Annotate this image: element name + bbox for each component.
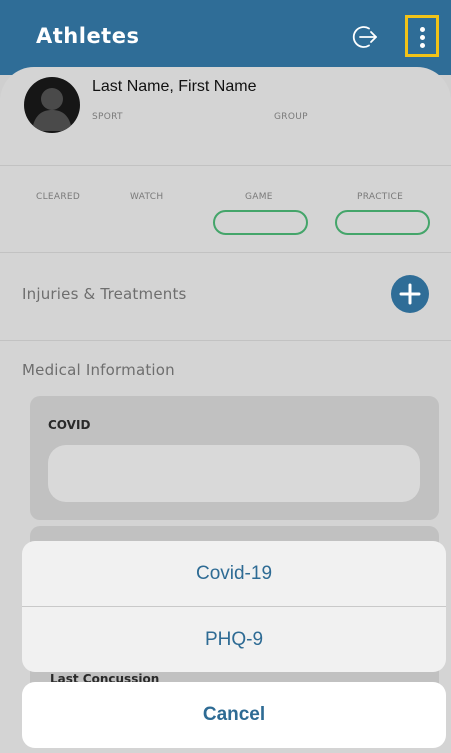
exit-arrow-icon bbox=[352, 26, 377, 48]
sport-label: SPORT bbox=[92, 112, 123, 122]
cancel-button[interactable]: Cancel bbox=[22, 682, 446, 748]
divider bbox=[0, 165, 451, 166]
covid-panel: COVID bbox=[30, 396, 439, 520]
app-header: Athletes bbox=[0, 0, 451, 75]
game-toggle[interactable] bbox=[213, 210, 308, 235]
action-sheet: Covid-19 PHQ-9 bbox=[22, 541, 446, 672]
avatar bbox=[24, 77, 80, 133]
plus-icon bbox=[399, 283, 421, 305]
divider bbox=[0, 340, 451, 341]
athlete-name: Last Name, First Name bbox=[92, 78, 257, 95]
page-title: Athletes bbox=[36, 24, 140, 48]
divider bbox=[0, 252, 451, 253]
covid-label: COVID bbox=[48, 418, 91, 432]
game-label: GAME bbox=[245, 192, 273, 202]
covid-field[interactable] bbox=[48, 445, 420, 502]
more-vertical-icon-dot bbox=[420, 35, 425, 40]
more-menu-button[interactable] bbox=[405, 15, 439, 57]
more-vertical-icon-dot bbox=[420, 43, 425, 48]
cleared-label: CLEARED bbox=[36, 192, 81, 202]
injuries-title: Injuries & Treatments bbox=[22, 285, 187, 303]
practice-label: PRACTICE bbox=[357, 192, 404, 202]
athlete-detail-screen: Athletes Last Name, First Name SPORT GRO… bbox=[0, 0, 451, 753]
group-label: GROUP bbox=[274, 112, 308, 122]
medical-info-title: Medical Information bbox=[22, 361, 175, 379]
action-phq-9[interactable]: PHQ-9 bbox=[22, 607, 446, 672]
exit-button[interactable] bbox=[352, 24, 378, 50]
action-covid-19[interactable]: Covid-19 bbox=[22, 541, 446, 606]
more-vertical-icon bbox=[420, 27, 425, 32]
watch-label: WATCH bbox=[130, 192, 164, 202]
person-silhouette-icon bbox=[32, 88, 72, 131]
add-injury-button[interactable] bbox=[391, 275, 429, 313]
practice-toggle[interactable] bbox=[335, 210, 430, 235]
